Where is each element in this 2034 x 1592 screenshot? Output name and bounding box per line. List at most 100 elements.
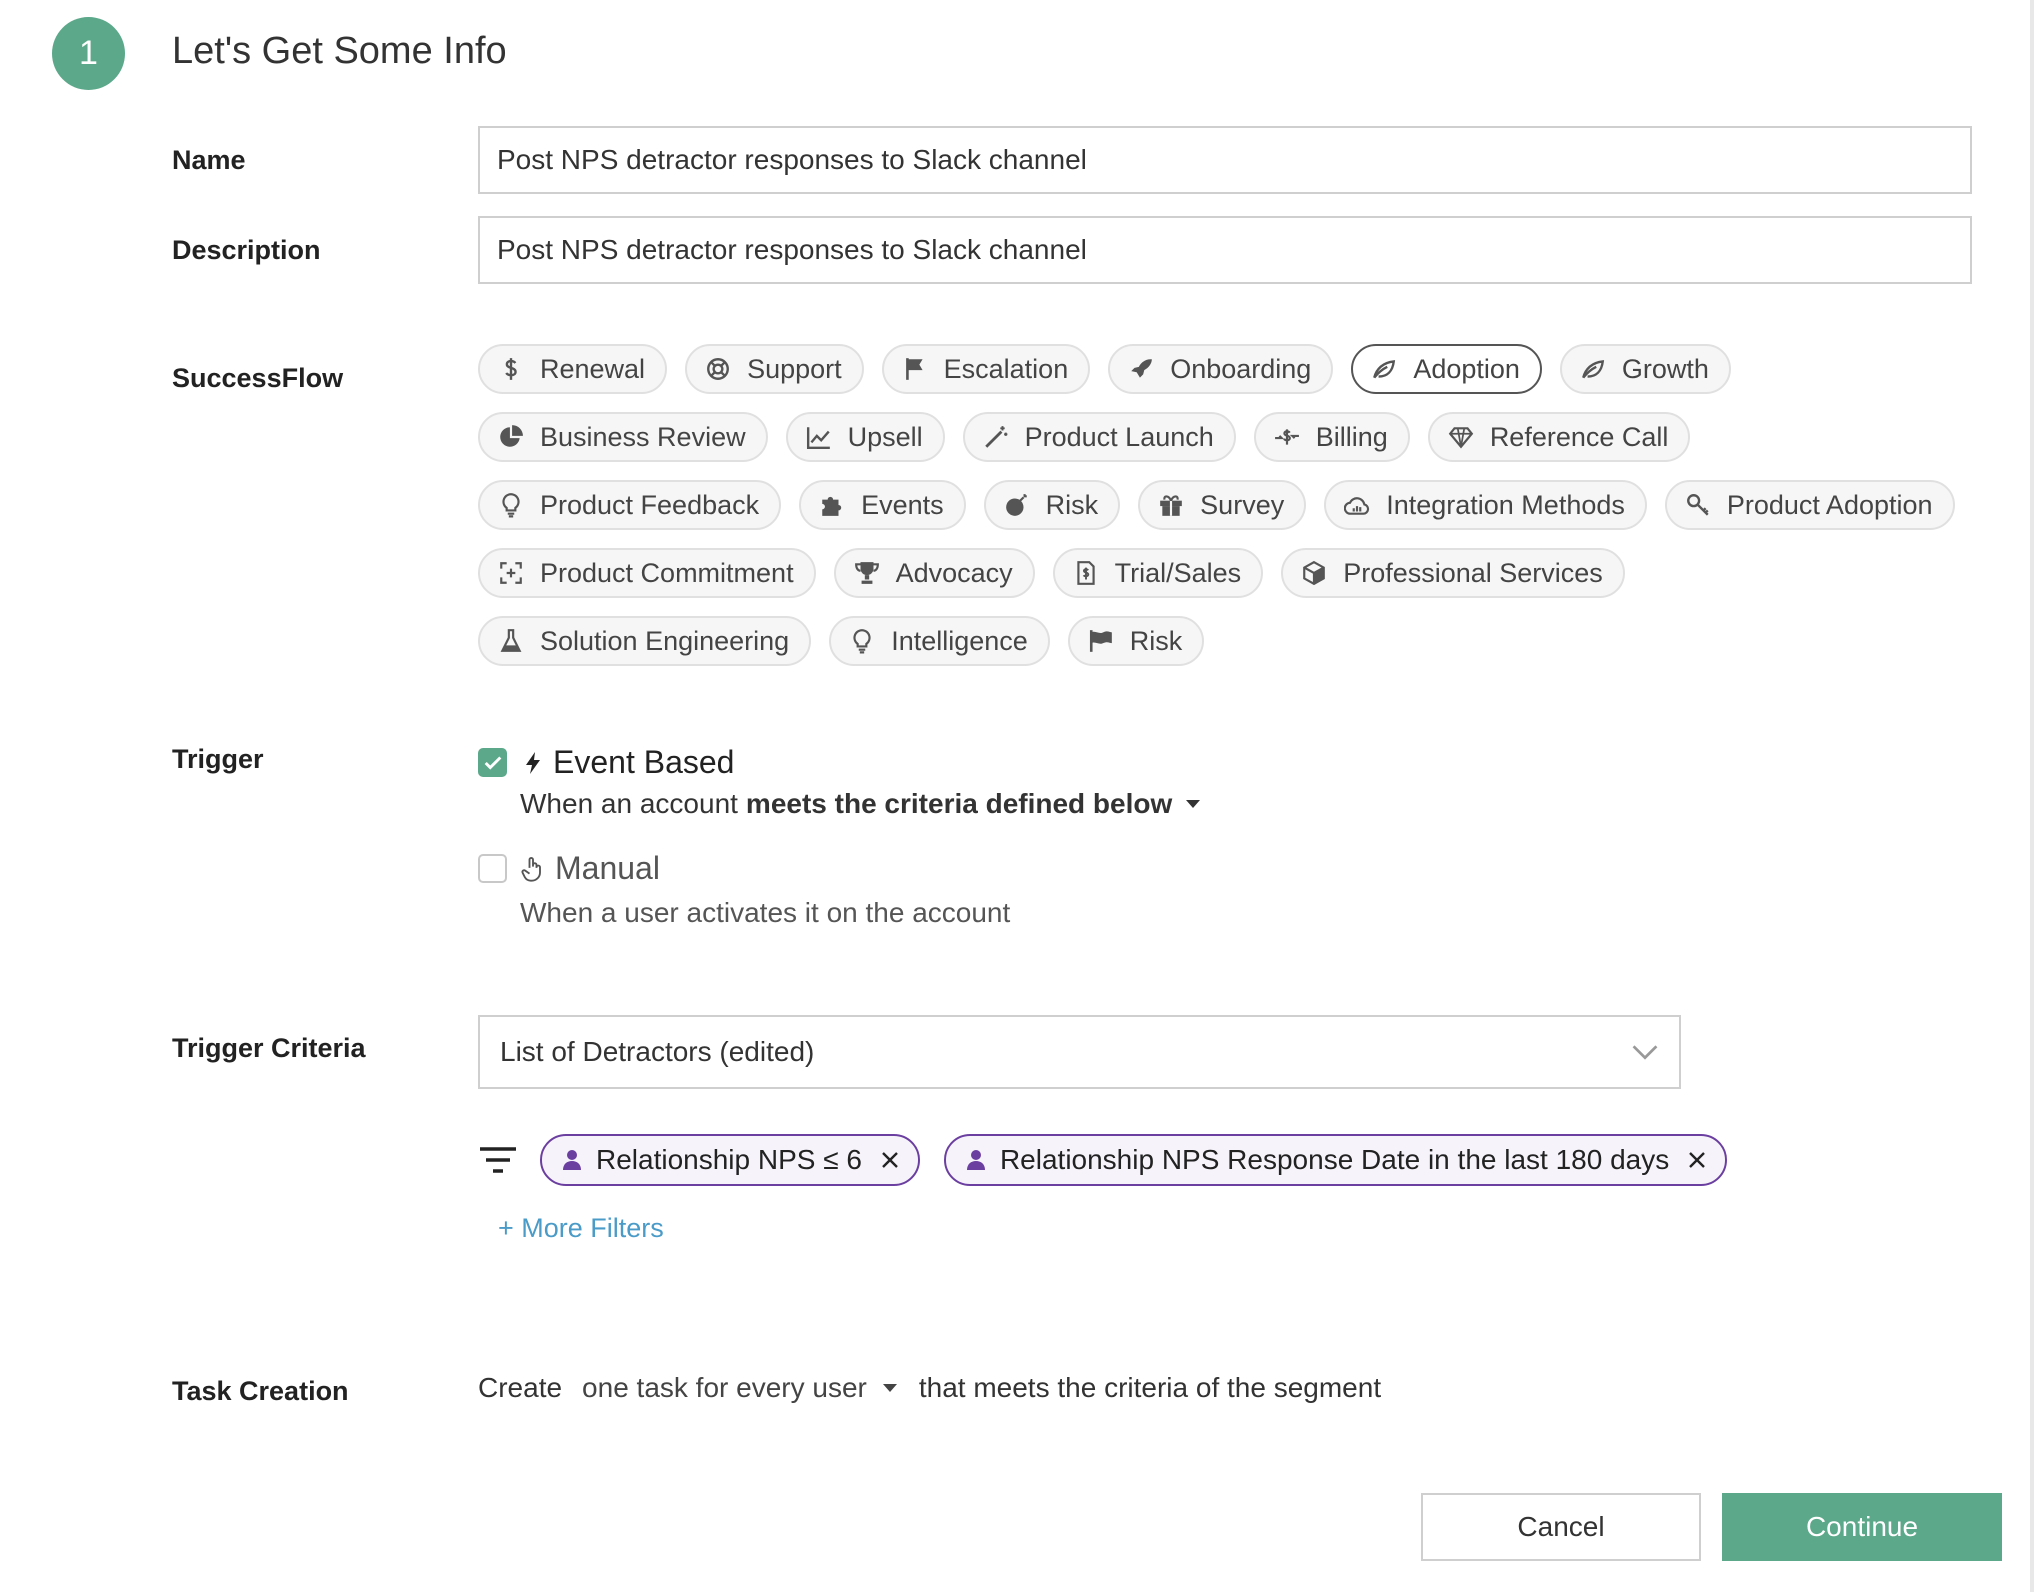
name-label: Name [172,145,246,175]
chip-intelligence[interactable]: Intelligence [829,616,1050,666]
chip-row: Renewal Support Escalation Onboarding Ad… [478,344,1998,394]
manual-label: Manual [555,850,660,886]
chip-label: Intelligence [891,625,1028,656]
diamond-icon [1448,424,1474,450]
continue-button[interactable]: Continue [1722,1493,2002,1561]
frame-plus-icon [498,560,524,586]
dollar-file-icon [1073,560,1099,586]
cloud-chart-icon [1344,492,1370,518]
manual-option[interactable]: Manual [478,850,660,887]
chip-label: Onboarding [1170,353,1312,384]
chip-reference-call[interactable]: Reference Call [1427,412,1691,462]
leaf-icon [1580,356,1606,382]
dollar-icon [498,356,524,382]
filter-bar: Relationship NPS ≤ 6 Relationship NPS Re… [480,1134,1728,1186]
chip-product-commitment[interactable]: Product Commitment [478,548,816,598]
chip-label: Business Review [540,421,746,452]
criteria-mode-value: meets the criteria defined below [745,788,1173,819]
task-creation-row: Create one task for every user that meet… [478,1372,1381,1404]
task-mode-dropdown[interactable]: one task for every user [582,1372,899,1404]
line-chart-icon [806,424,832,450]
scrollbar-track[interactable] [2030,0,2034,1592]
chip-product-feedback[interactable]: Product Feedback [478,480,782,530]
chip-product-launch[interactable]: Product Launch [962,412,1236,462]
box-icon [1301,560,1327,586]
chip-label: Product Feedback [540,489,760,520]
user-icon [562,1148,582,1172]
leaf-icon [1371,356,1397,382]
chip-row: Solution Engineering Intelligence Risk [478,616,1998,666]
more-filters-link[interactable]: + More Filters [498,1213,664,1244]
chip-professional-services[interactable]: Professional Services [1281,548,1625,598]
chip-trial-sales[interactable]: Trial/Sales [1052,548,1264,598]
criteria-mode-dropdown[interactable]: meets the criteria defined below [746,788,1172,820]
task-prefix: Create [478,1372,563,1403]
successflow-chip-group: Renewal Support Escalation Onboarding Ad… [478,344,1998,684]
chip-renewal[interactable]: Renewal [478,344,668,394]
chip-adoption[interactable]: Adoption [1351,344,1542,394]
caret-down-icon [881,1383,899,1393]
close-icon[interactable] [1683,1146,1711,1174]
chip-label: Professional Services [1343,557,1603,588]
task-suffix: that meets the criteria of the segment [918,1372,1382,1403]
filter-pill[interactable]: Relationship NPS ≤ 6 [540,1134,920,1186]
lightning-icon [521,748,545,778]
step-number-badge: 1 [52,17,125,90]
event-based-label: Event Based [553,744,735,780]
chip-solution-engineering[interactable]: Solution Engineering [478,616,812,666]
successflow-label: SuccessFlow [172,363,344,393]
magic-wand-icon [983,424,1009,450]
chip-label: Risk [1045,489,1099,520]
bomb-icon [1004,492,1030,518]
name-input[interactable] [478,126,1972,194]
flag-icon [902,356,928,382]
chip-business-review[interactable]: Business Review [478,412,768,462]
chip-row: Product Commitment Advocacy Trial/Sales … [478,548,1998,598]
chip-events[interactable]: Events [799,480,966,530]
chip-integration-methods[interactable]: Integration Methods [1324,480,1647,530]
rocket-icon [1128,356,1154,382]
step-number: 1 [79,34,98,72]
filter-pill-label: Relationship NPS Response Date in the la… [999,1144,1670,1175]
segment-select[interactable]: List of Detractors (edited) [478,1015,1681,1089]
chip-label: Risk [1129,625,1183,656]
trigger-label: Trigger [172,744,264,774]
chip-label: Integration Methods [1386,489,1625,520]
filter-pill[interactable]: Relationship NPS Response Date in the la… [943,1134,1728,1186]
chip-support[interactable]: Support [685,344,864,394]
manual-checkbox[interactable] [478,854,507,883]
chip-survey[interactable]: Survey [1138,480,1307,530]
chip-row: Business Review Upsell Product Launch Bi… [478,412,1998,462]
chip-label: Advocacy [895,557,1013,588]
chip-onboarding[interactable]: Onboarding [1108,344,1334,394]
chip-escalation[interactable]: Escalation [881,344,1091,394]
chip-risk-2[interactable]: Risk [1067,616,1205,666]
chip-billing[interactable]: Billing [1253,412,1410,462]
event-based-checkbox[interactable] [478,748,507,777]
chip-label: Upsell [847,421,923,452]
task-mode-value: one task for every user [582,1372,867,1403]
close-icon[interactable] [876,1146,904,1174]
chip-label: Growth [1621,353,1709,384]
caret-down-icon[interactable] [1184,799,1202,809]
lifebuoy-icon [705,356,731,382]
manual-description: When a user activates it on the account [520,897,1011,928]
chip-label: Product Commitment [540,557,794,588]
chip-label: Adoption [1413,353,1520,384]
lightbulb-icon [849,628,875,654]
cancel-button[interactable]: Cancel [1421,1493,1701,1561]
checkmark-icon [484,755,501,770]
chip-growth[interactable]: Growth [1559,344,1731,394]
filter-icon[interactable] [480,1146,516,1174]
chip-advocacy[interactable]: Advocacy [833,548,1035,598]
chip-product-adoption[interactable]: Product Adoption [1664,480,1955,530]
chip-label: Solution Engineering [540,625,790,656]
page: 1 Let's Get Some Info Name Description S… [0,0,2034,1592]
event-based-option[interactable]: Event Based [478,744,734,781]
chip-label: Billing [1315,421,1388,452]
chip-risk[interactable]: Risk [983,480,1121,530]
description-input[interactable] [478,216,1972,284]
chip-upsell[interactable]: Upsell [785,412,945,462]
money-transfer-icon [1274,424,1300,450]
chip-label: Escalation [943,353,1069,384]
